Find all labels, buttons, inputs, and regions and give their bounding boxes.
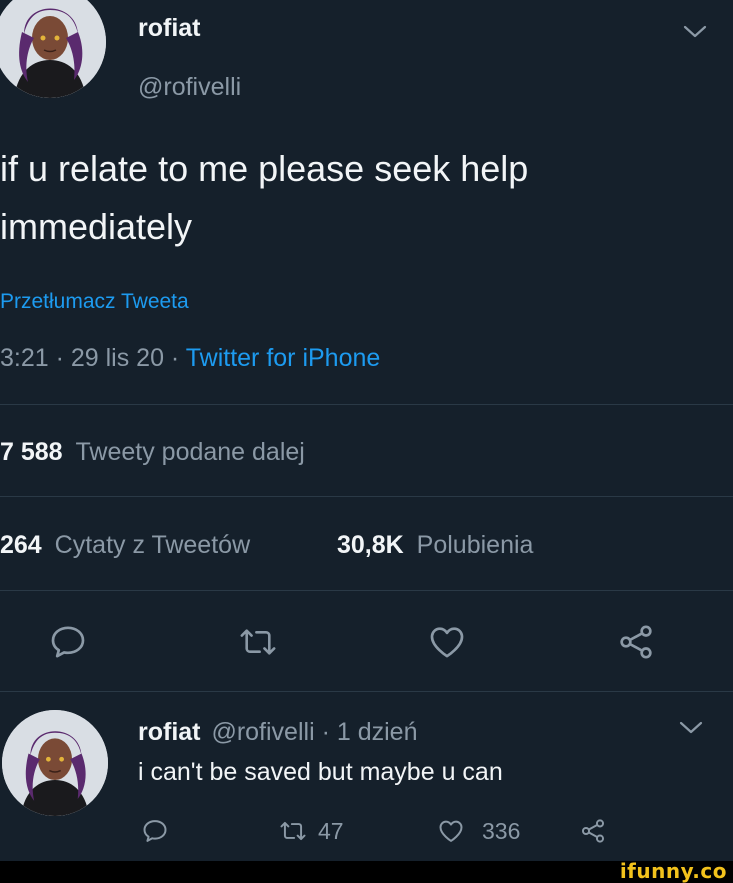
tweet-timestamp[interactable]: 3:21 · 29 lis 20 · (0, 344, 186, 372)
retweet-arrows-icon (280, 821, 306, 841)
retweets-stat[interactable]: 7 588 Tweety podane dalej (0, 438, 305, 467)
retweet-arrows-icon (240, 629, 276, 655)
retweets-count: 7 588 (0, 438, 63, 466)
retweet-button[interactable] (232, 616, 284, 668)
reply-button[interactable] (42, 616, 94, 668)
likes-count: 30,8K (337, 531, 404, 559)
quotes-label: Cytaty z Tweetów (54, 531, 251, 559)
speech-bubble-icon (51, 626, 85, 658)
chevron-down-icon[interactable] (678, 720, 704, 736)
reply-reply-button[interactable] (138, 814, 172, 848)
divider (0, 691, 733, 692)
quotes-count: 264 (0, 531, 42, 559)
heart-icon (430, 627, 464, 658)
reply-retweet-count: 47 (318, 818, 344, 844)
likes-label: Polubienia (416, 531, 534, 559)
tweet-screenshot: rofiat @rofivelli if u relate to me plea… (0, 0, 733, 883)
reply-avatar[interactable] (2, 710, 108, 816)
tweet-text-line-2: immediately (0, 206, 193, 247)
reply-handle[interactable]: @rofivelli (211, 718, 314, 746)
divider (0, 590, 733, 591)
quotes-stat[interactable]: 264 Cytaty z Tweetów (0, 531, 250, 560)
likes-stat[interactable]: 30,8K Polubienia (337, 531, 533, 560)
avatar-image (2, 710, 108, 816)
author-handle[interactable]: @rofivelli (138, 73, 241, 102)
translate-tweet-link[interactable]: Przetłumacz Tweeta (0, 290, 189, 314)
share-button[interactable] (610, 616, 662, 668)
tweet-meta: 3:21 · 29 lis 20 · Twitter for iPhone (0, 344, 380, 373)
like-button[interactable] (421, 616, 473, 668)
ifunny-watermark: ifunny.co (619, 859, 727, 883)
reply-separator: · (314, 718, 337, 746)
avatar-image (0, 0, 106, 98)
tweet-text-line-1: if u relate to me please seek help (0, 148, 529, 189)
reply-text: i can't be saved but maybe u can (138, 758, 503, 786)
divider (0, 496, 733, 497)
reply-like-button[interactable] (434, 814, 468, 848)
share-icon (581, 819, 605, 843)
heart-icon (439, 820, 463, 842)
share-icon (620, 625, 652, 659)
reply-retweet-button[interactable] (276, 814, 310, 848)
reply-like-count: 336 (482, 818, 521, 844)
reply-display-name[interactable]: rofiat (138, 718, 201, 746)
reply-timestamp[interactable]: 1 dzień (337, 718, 418, 746)
retweets-label: Tweety podane dalej (75, 438, 305, 466)
speech-bubble-icon (143, 820, 167, 842)
chevron-down-icon[interactable] (682, 24, 708, 40)
avatar[interactable] (0, 0, 106, 98)
tweet-client-link[interactable]: Twitter for iPhone (186, 344, 381, 372)
divider (0, 404, 733, 405)
author-display-name[interactable]: rofiat (138, 14, 201, 43)
reply-header: rofiat @rofivelli · 1 dzień (138, 718, 417, 747)
reply-share-button[interactable] (576, 814, 610, 848)
